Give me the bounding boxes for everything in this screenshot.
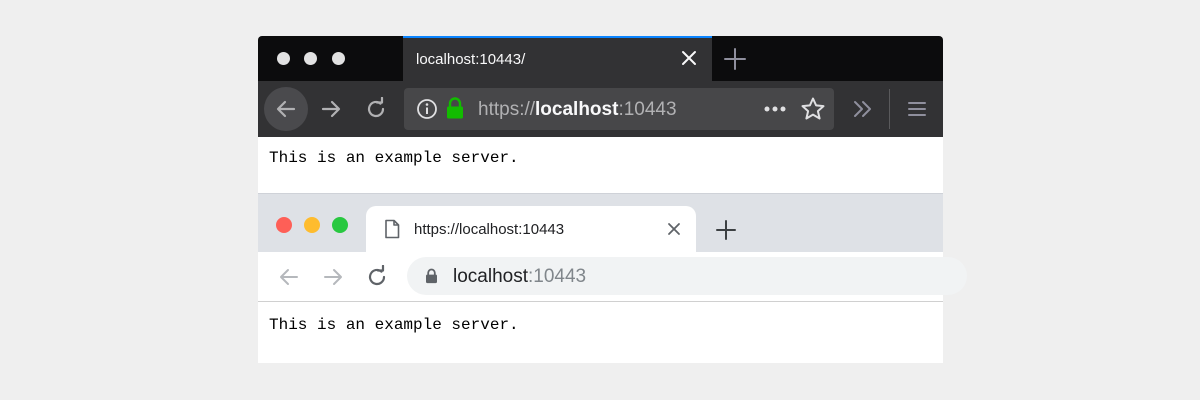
back-arrow-icon[interactable]	[277, 265, 301, 289]
plus-icon[interactable]	[715, 219, 737, 241]
more-dots-icon[interactable]	[762, 100, 788, 118]
url-port: :10443	[618, 99, 677, 120]
page-icon	[384, 219, 400, 239]
window-minimize-dot[interactable]	[304, 52, 317, 65]
url-scheme: https://	[478, 99, 536, 120]
url-host: localhost	[453, 266, 528, 287]
url-text: localhost:10443	[453, 266, 586, 288]
url-port: :10443	[528, 266, 587, 287]
overflow-chevrons-icon[interactable]	[851, 97, 875, 121]
address-bar[interactable]: https://localhost:10443	[404, 88, 834, 130]
back-arrow-icon	[274, 97, 298, 121]
window-zoom-dot[interactable]	[332, 217, 348, 233]
chrome-page-content: This is an example server.	[258, 302, 943, 363]
reload-icon[interactable]	[365, 265, 389, 289]
reload-icon[interactable]	[364, 97, 388, 121]
url-text: https://localhost:10443	[478, 99, 677, 121]
chrome-tab-bar: https://localhost:10443	[258, 193, 943, 253]
lock-icon[interactable]	[425, 268, 438, 284]
info-icon[interactable]	[416, 98, 438, 120]
plus-icon[interactable]	[722, 46, 748, 72]
tab-highlight-line	[403, 36, 712, 38]
firefox-active-tab[interactable]: localhost:10443/	[403, 36, 712, 81]
chrome-active-tab[interactable]: https://localhost:10443	[366, 206, 696, 253]
page-body-text: This is an example server.	[269, 316, 519, 334]
tab-title: https://localhost:10443	[414, 221, 565, 238]
firefox-tab-bar: localhost:10443/	[258, 36, 943, 81]
window-close-dot[interactable]	[276, 217, 292, 233]
firefox-nav-bar: https://localhost:10443	[258, 81, 943, 137]
close-icon[interactable]	[666, 221, 682, 237]
address-bar[interactable]: localhost:10443	[407, 257, 967, 295]
url-host: localhost	[535, 99, 619, 120]
firefox-window: localhost:10443/ https://localhost:10443…	[258, 36, 943, 193]
tab-title: localhost:10443/	[416, 51, 526, 68]
close-icon[interactable]	[679, 48, 699, 68]
chrome-window: https://localhost:10443 localhost:10443 …	[258, 193, 967, 363]
chrome-nav-bar: localhost:10443	[258, 252, 967, 302]
forward-arrow-icon[interactable]	[319, 97, 343, 121]
page-body-text: This is an example server.	[269, 149, 519, 167]
forward-arrow-icon[interactable]	[321, 265, 345, 289]
firefox-page-content: This is an example server.	[258, 137, 943, 193]
window-close-dot[interactable]	[277, 52, 290, 65]
toolbar-separator	[889, 89, 890, 129]
hamburger-menu-icon[interactable]	[905, 97, 929, 121]
window-zoom-dot[interactable]	[332, 52, 345, 65]
star-icon[interactable]	[800, 96, 826, 122]
back-button[interactable]	[264, 87, 308, 131]
window-minimize-dot[interactable]	[304, 217, 320, 233]
lock-icon[interactable]	[445, 96, 465, 120]
